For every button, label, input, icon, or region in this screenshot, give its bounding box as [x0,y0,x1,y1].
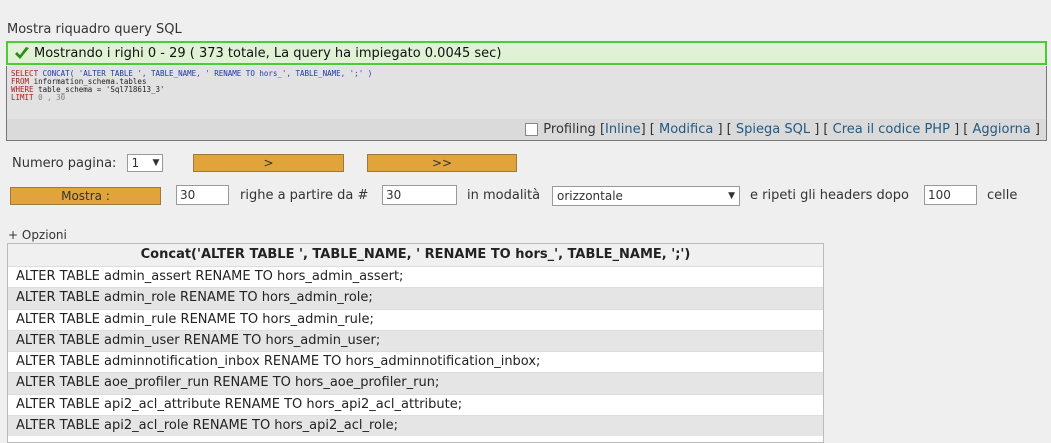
success-message-bar: Mostrando i righi 0 - 29 ( 373 totale, L… [6,41,1047,65]
inline-link[interactable]: Inline [605,122,641,137]
table-row: ALTER TABLE admin_rule RENAME TO hors_ad… [8,308,823,330]
next-page-button[interactable]: > [193,154,344,172]
success-message-text: Mostrando i righi 0 - 29 ( 373 totale, L… [34,45,502,61]
options-toggle[interactable]: + Opzioni [8,228,67,242]
table-row: ALTER TABLE adminnotification_inbox RENA… [8,351,823,373]
sql-query-box: SELECT CONCAT( 'ALTER TABLE ', TABLE_NAM… [6,66,1047,119]
table-row: ALTER TABLE aoe_profiler_run RENAME TO h… [8,372,823,394]
dropdown-arrow-icon: ▼ [152,158,160,168]
sql-line: SELECT CONCAT( 'ALTER TABLE ', TABLE_NAM… [11,69,373,78]
sql-line: WHERE table_schema = 'Sql718613_3' [11,85,165,94]
table-row: ALTER TABLE api2_acl_role RENAME TO hors… [8,415,823,437]
modifica-link[interactable]: Modifica [659,122,713,137]
sql-line: LIMIT 0 , 30 [11,93,66,102]
rows-count-input[interactable]: 30 [176,185,229,205]
dropdown-arrow-icon: ▼ [728,191,735,201]
aggiorna-link[interactable]: Aggiorna [972,122,1030,137]
table-row: ALTER TABLE api2_acl_attribute RENAME TO… [8,393,823,416]
display-mode-select[interactable]: orizzontale ▼ [552,186,740,206]
show-button[interactable]: Mostra : [10,187,161,205]
show-sql-query-toggle[interactable]: Mostra riquadro query SQL [7,22,182,37]
mode-label: in modalità [467,188,541,203]
pagination-row: Numero pagina: 1 ▼ [12,154,164,172]
repeat-headers-label: e ripeti gli headers dopo [750,188,909,203]
column-header[interactable]: Concat('ALTER TABLE ', TABLE_NAME, ' REN… [8,244,823,266]
repeat-headers-input[interactable]: 100 [924,185,977,205]
page-number-select[interactable]: 1 ▼ [127,154,164,172]
query-tools-bar: Profiling [Inline] [ Modifica ] [ Spiega… [6,119,1047,141]
start-row-input[interactable]: 30 [382,185,457,205]
cells-label: celle [987,188,1018,203]
results-table: Concat('ALTER TABLE ', TABLE_NAME, ' REN… [7,243,824,443]
profiling-label: Profiling [543,122,596,137]
sql-line: FROM information_schema.tables [11,77,147,86]
page-number-label: Numero pagina: [12,155,117,171]
table-row: ALTER TABLE admin_user RENAME TO hors_ad… [8,329,823,352]
table-row: ALTER TABLE admin_assert RENAME TO hors_… [8,266,823,288]
crea-codice-php-link[interactable]: Crea il codice PHP [833,122,950,137]
rows-label: righe a partire da # [240,188,369,203]
checkmark-icon [15,47,29,59]
profiling-checkbox[interactable] [525,123,539,136]
spiega-sql-link[interactable]: Spiega SQL [736,122,810,137]
last-page-button[interactable]: >> [367,154,517,172]
table-row: ALTER TABLE admin_role RENAME TO hors_ad… [8,287,823,309]
